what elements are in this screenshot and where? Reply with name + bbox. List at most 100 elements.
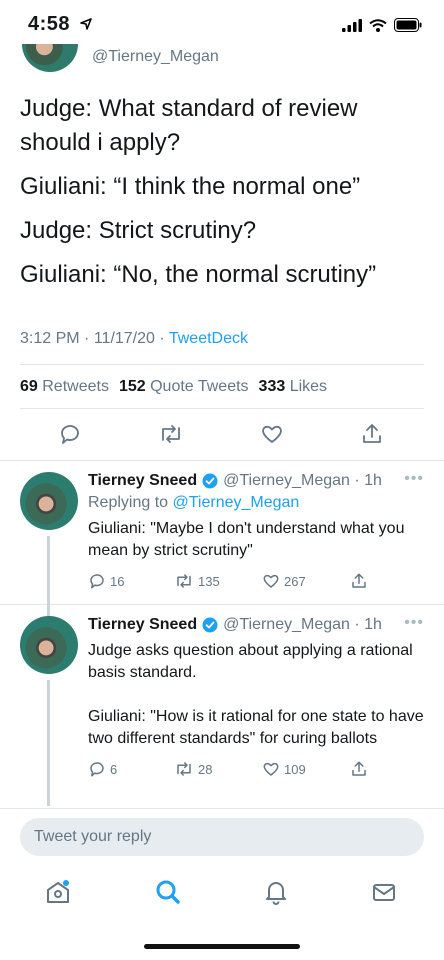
retweet-button[interactable]: 28 [174,760,212,778]
retweets-count: 69 [20,378,38,395]
like-button[interactable] [258,420,286,448]
bottom-tab-bar [0,872,444,916]
thread-line [47,604,50,610]
battery-icon [394,18,422,32]
likes-count: 333 [258,378,286,395]
mail-icon [373,884,395,901]
retweet-icon [162,425,180,443]
status-indicators [342,18,422,32]
tweet-author-peek: @Tierney_Megan [0,44,444,80]
divider [0,460,444,461]
likes-stat[interactable]: 333 Likes [259,378,328,396]
tweet-time: 3:12 PM [20,330,80,347]
tweet-source-link[interactable]: TweetDeck [169,330,248,347]
tab-messages[interactable] [368,876,400,908]
share-icon [352,573,366,588]
like-button[interactable]: 109 [262,760,306,778]
tweet-line: Giuliani: “No, the normal scrutiny” [20,261,377,288]
status-time: 4:58 [28,13,71,35]
signal-icon [342,18,362,32]
reply-header: Tierney Sneed @Tierney_Megan · 1h [88,470,424,492]
heart-icon [262,425,282,443]
avatar[interactable] [22,44,78,72]
author-handle[interactable]: @Tierney_Megan [223,470,350,492]
share-button[interactable] [350,760,368,778]
tab-home[interactable] [42,876,74,908]
reply-icon [90,574,104,589]
reply-count: 6 [110,761,118,777]
reply-age: 1h [364,616,382,633]
search-icon [156,880,180,904]
retweet-icon [177,762,191,776]
quotes-count: 152 [118,378,146,395]
verified-badge-icon [202,617,218,633]
divider [0,808,444,809]
tweet-line: Judge: Strict scrutiny? [20,217,257,244]
avatar[interactable] [20,616,78,674]
tweet-action-bar [0,420,444,450]
divider [0,604,444,605]
like-count: 267 [284,573,306,589]
tweet-stats: 69 Retweets 152 Quote Tweets 333 Likes [20,378,327,396]
tweet-date: 11/17/20 [93,330,155,347]
author-handle[interactable]: @Tierney_Megan [92,48,219,66]
divider [20,364,424,365]
more-options-icon[interactable]: ••• [404,470,424,488]
retweet-button[interactable]: 135 [174,572,220,590]
replying-to-label: Replying to [88,494,169,511]
location-arrow-icon [80,18,92,30]
quotes-stat[interactable]: 152 Quote Tweets [119,378,249,396]
reply-button[interactable]: 16 [88,572,124,590]
share-button[interactable] [350,572,368,590]
replying-to-handle[interactable]: @Tierney_Megan [173,494,300,511]
author-name[interactable]: Tierney Sneed [88,470,197,492]
reply-action-bar: 16 135 267 [88,572,424,594]
reply-header: Tierney Sneed @Tierney_Megan · 1h [88,614,424,636]
retweets-label: Retweets [42,378,109,395]
replying-to: Replying to @Tierney_Megan [88,492,424,514]
like-count: 109 [284,761,306,777]
retweets-stat[interactable]: 69 Retweets [20,378,109,396]
retweet-count: 135 [198,573,220,589]
tab-notifications[interactable] [260,876,292,908]
meta-separator: · [84,330,94,347]
meta-separator: · [159,330,169,347]
retweet-icon [177,574,191,588]
home-indicator[interactable] [144,944,300,949]
heart-icon [263,762,279,776]
share-icon [352,761,366,776]
main-tweet-text: Judge: What standard of review should i … [20,92,424,302]
reply-button[interactable] [56,420,84,448]
reply-icon [90,762,104,777]
divider [20,408,424,409]
reply-icon [61,425,79,444]
reply-body: Tierney Sneed @Tierney_Megan · 1h ••• Ju… [88,614,424,782]
reply-button[interactable]: 6 [88,760,117,778]
more-options-icon[interactable]: ••• [404,614,424,632]
share-button[interactable] [358,420,386,448]
meta-separator: · [349,472,365,489]
verified-badge-icon [202,473,218,489]
tweet-timestamp: 3:12 PM · 11/17/20 · TweetDeck [20,330,248,348]
like-button[interactable]: 267 [262,572,306,590]
meta-separator: · [349,616,365,633]
likes-label: Likes [289,378,328,395]
reply-body: Tierney Sneed @Tierney_Megan · 1h ••• Re… [88,470,424,594]
reply-text-continued: Giuliani: "How is it rational for one st… [88,708,424,747]
tab-search[interactable] [152,876,184,908]
author-handle[interactable]: @Tierney_Megan [223,614,350,636]
reply-age: 1h [364,472,382,489]
tweet-line: Giuliani: “I think the normal one” [20,173,361,200]
bell-icon [266,882,286,905]
reply-text: Giuliani: "Maybe I don't understand what… [88,520,405,559]
retweet-button[interactable] [157,420,185,448]
quotes-label: Quote Tweets [150,378,249,395]
avatar[interactable] [20,472,78,530]
thread-line [47,680,50,806]
tweet-line: Judge: What standard of review should i … [20,95,358,156]
reply-text: Judge asks question about applying a rat… [88,642,413,681]
author-name[interactable]: Tierney Sneed [88,614,197,636]
reply-compose-input[interactable]: Tweet your reply [20,818,424,856]
wifi-icon [369,18,387,32]
reply-action-bar: 6 28 109 [88,760,424,782]
